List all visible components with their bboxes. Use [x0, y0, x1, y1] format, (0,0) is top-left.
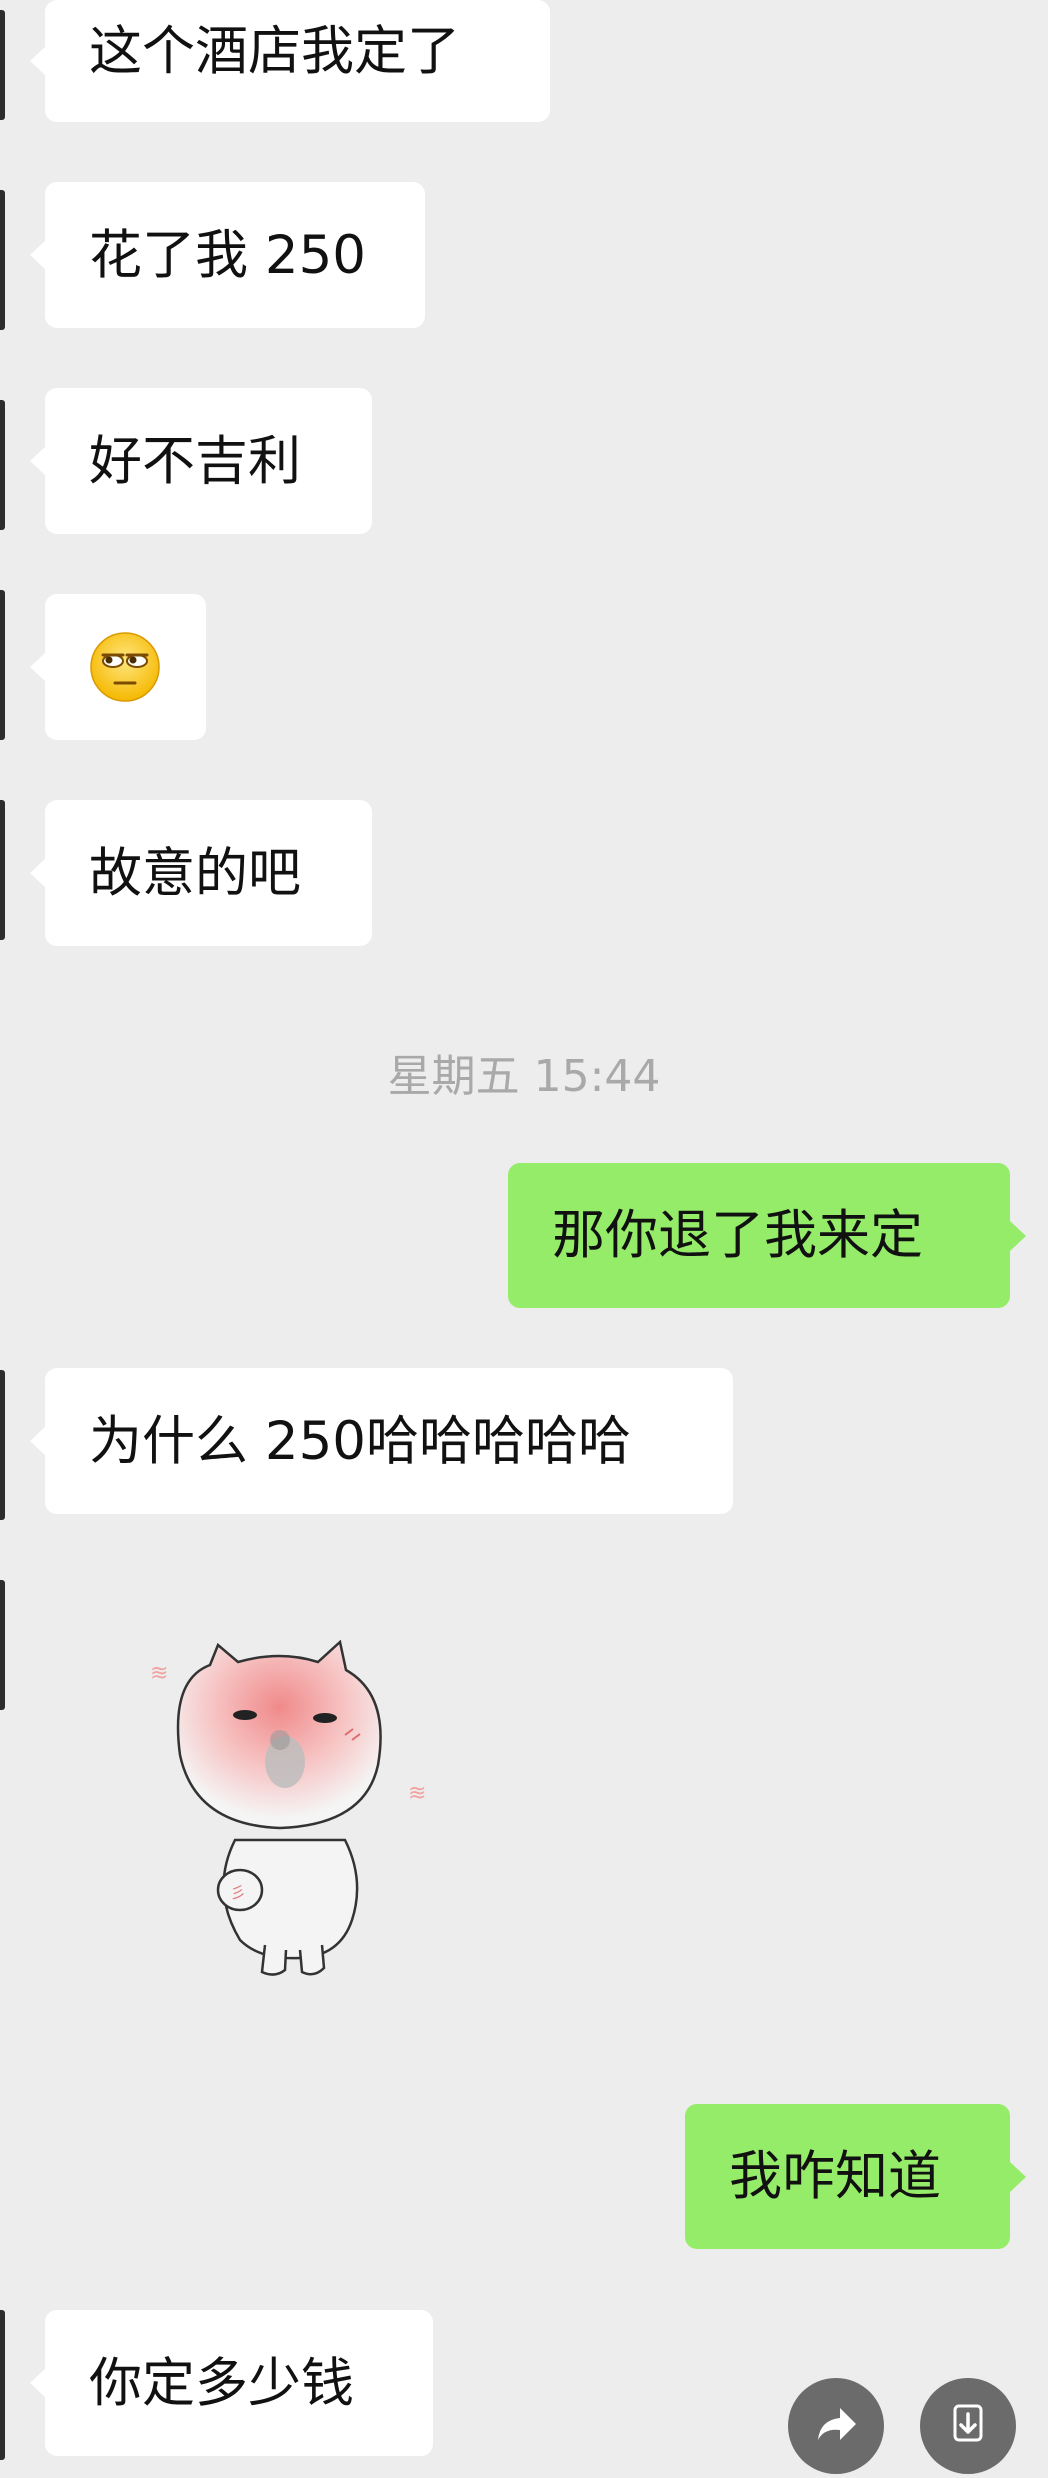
svg-text:彡: 彡: [230, 1883, 246, 1902]
avatar-edge: [0, 800, 5, 940]
avatar-edge: [0, 590, 5, 740]
message-text: 故意的吧: [89, 842, 301, 904]
message-bubble-outgoing[interactable]: 我咋知道: [685, 2104, 1026, 2249]
avatar-edge: [0, 1580, 5, 1710]
chat-area[interactable]: 这个酒店我定了 花了我 250 好不吉利 故意的吧 星期五 15:44 那你退了…: [0, 0, 1048, 2478]
timestamp: 星期五 15:44: [387, 1051, 661, 1102]
message-bubble-incoming[interactable]: 好不吉利: [30, 388, 372, 534]
message-text: 这个酒店我定了: [89, 20, 460, 82]
message-bubble-incoming[interactable]: 花了我 250: [30, 182, 425, 328]
eye-roll-emoji-icon: [89, 631, 161, 703]
message-text: 那你退了我来定: [552, 1205, 923, 1266]
avatar-edge: [0, 1370, 5, 1520]
svg-text:≋: ≋: [408, 1781, 426, 1806]
avatar-edge: [0, 10, 5, 120]
avatar-edge: [0, 2310, 5, 2460]
share-forward-icon: [810, 2398, 862, 2454]
message-bubble-incoming[interactable]: 故意的吧: [30, 800, 372, 946]
message-text: 我咋知道: [729, 2146, 941, 2207]
share-forward-button[interactable]: [788, 2378, 884, 2474]
message-text: 为什么 250哈哈哈哈哈: [89, 1410, 632, 1472]
message-bubble-incoming[interactable]: 这个酒店我定了: [30, 0, 550, 122]
message-text: 好不吉利: [89, 430, 301, 492]
message-bubble-incoming[interactable]: [30, 594, 206, 740]
avatar-edge: [0, 190, 5, 330]
message-text: 你定多少钱: [89, 2352, 354, 2414]
message-bubble-incoming[interactable]: 为什么 250哈哈哈哈哈: [30, 1368, 733, 1514]
message-bubble-outgoing[interactable]: 那你退了我来定: [508, 1163, 1026, 1308]
message-bubble-incoming[interactable]: 你定多少钱: [30, 2310, 433, 2456]
blushing-cat-sticker[interactable]: ≋ ≋ 彡: [140, 1639, 460, 1980]
avatar-edge: [0, 400, 5, 530]
download-icon: [942, 2398, 994, 2454]
message-text: 花了我 250: [89, 224, 367, 286]
svg-text:≋: ≋: [150, 1661, 168, 1686]
download-button[interactable]: [920, 2378, 1016, 2474]
